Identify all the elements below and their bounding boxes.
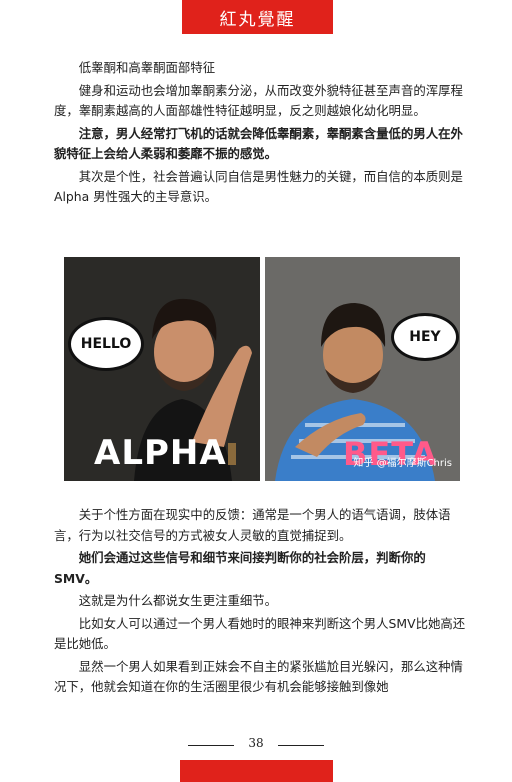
header-title: 紅丸覺醒	[219, 9, 296, 30]
watermark-text: 知乎 @福尔摩斯Chris	[353, 458, 452, 469]
hey-bubble-text: HEY	[409, 329, 441, 345]
page-number: 38	[248, 736, 264, 750]
paragraph: 低睾酮和高睾酮面部特征	[78, 60, 216, 75]
paragraph: 健身和运动也会增加睾酮素分泌，从而改变外貌特征甚至声音的浑厚程度，睾酮素越高的人…	[54, 82, 463, 119]
text-block-top: 低睾酮和高睾酮面部特征 健身和运动也会增加睾酮素分泌，从而改变外貌特征甚至声音的…	[54, 58, 466, 210]
paragraph: 关于个性方面在现实中的反馈：通常是一个男人的语气语调，肢体语言，行为以社交信号的…	[54, 507, 451, 543]
hello-speech-bubble: HELLO	[68, 317, 144, 371]
alpha-label: ALPHA	[94, 433, 227, 473]
header-title-bar: 紅丸覺醒	[182, 0, 333, 34]
paragraph-emphasis: 注意，男人经常打飞机的话就会降低睾酮素，睾酮素含量低的男人在外貌特征上会给人柔弱…	[54, 125, 463, 162]
paragraph: 这就是为什么都说女生更注重细节。	[78, 593, 278, 608]
paragraph-emphasis: 她们会通过这些信号和细节来间接判断你的社会阶层，判断你的SMV。	[54, 550, 426, 586]
paragraph: 其次是个性，社会普遍认同自信是男性魅力的关键，而自信的本质则是Alpha 男性强…	[54, 168, 463, 205]
footer-bar	[180, 760, 333, 782]
alpha-panel: HELLO ALPHA	[64, 257, 260, 481]
paragraph: 比如女人可以通过一个男人看她时的眼神来判断这个男人SMV比她高还是比她低。	[54, 615, 466, 652]
hello-bubble-text: HELLO	[80, 336, 132, 352]
alpha-beta-photo: HELLO ALPHA HEY BETA 知乎 @福尔摩斯Chris	[64, 257, 460, 481]
footer-rule-right	[278, 745, 324, 746]
beta-panel: HEY BETA 知乎 @福尔摩斯Chris	[265, 257, 460, 481]
hey-speech-bubble: HEY	[391, 313, 459, 361]
paragraph: 显然一个男人如果看到正妹会不自主的紧张尴尬目光躲闪，那么这种情况下，他就会知道在…	[54, 658, 463, 695]
text-block-bottom: 关于个性方面在现实中的反馈：通常是一个男人的语气语调，肢体语言，行为以社交信号的…	[54, 505, 466, 700]
